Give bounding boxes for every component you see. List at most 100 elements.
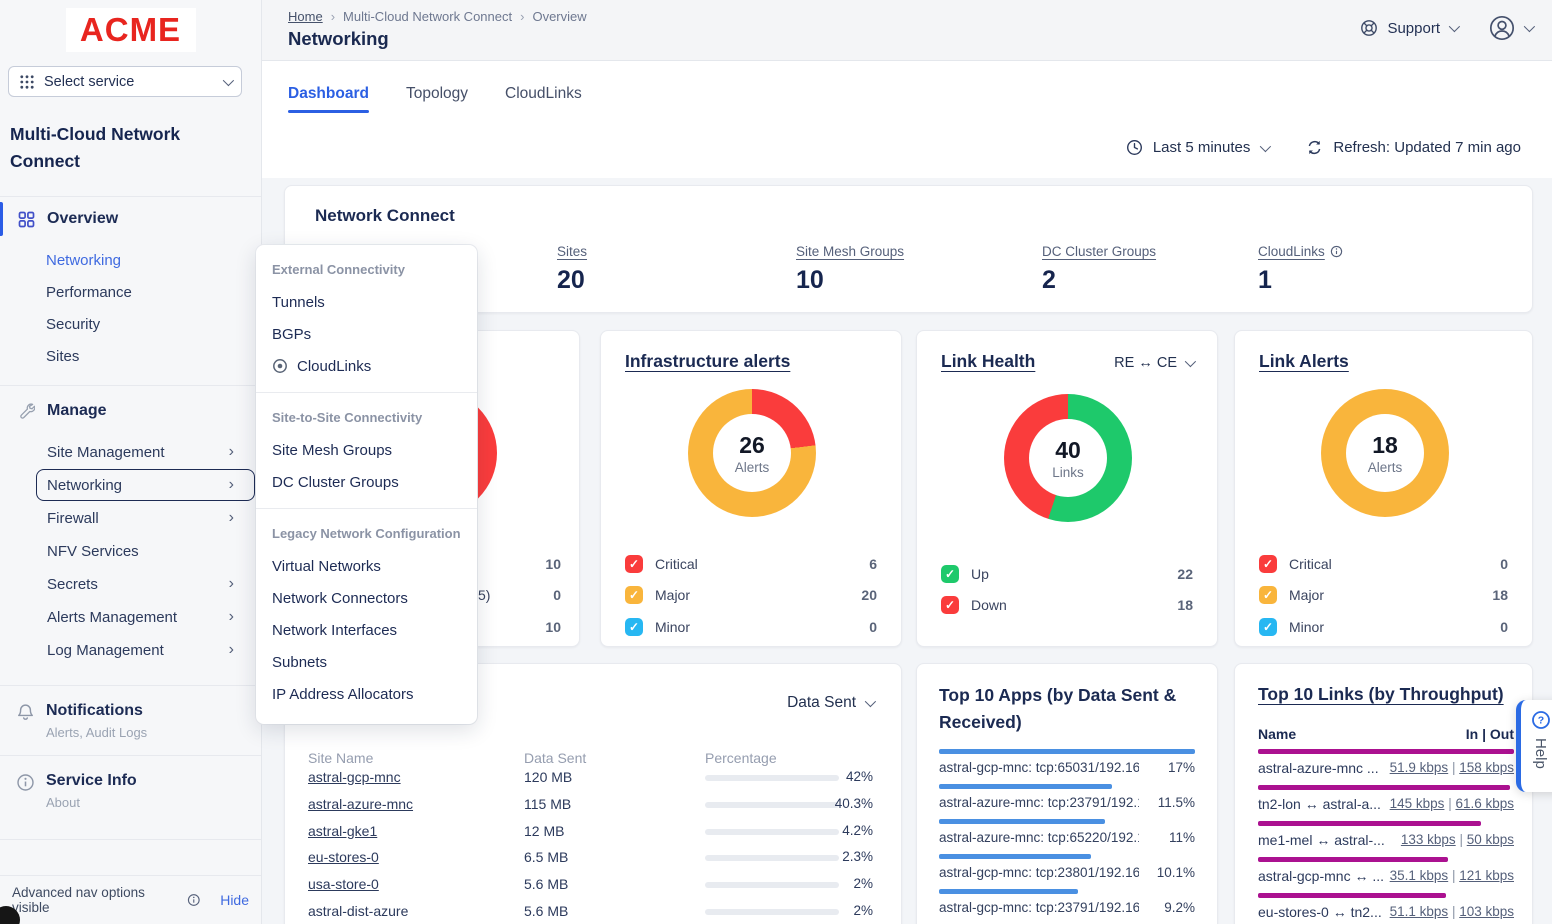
legend-checkbox[interactable]: ✓	[941, 565, 959, 583]
site-name-link[interactable]: usa-store-0	[308, 876, 379, 892]
clock-icon	[1126, 139, 1143, 156]
flyout-menu-item[interactable]: BGPs	[256, 318, 477, 350]
flyout-menu-item[interactable]: Virtual Networks	[256, 550, 477, 582]
flyout-menu-item[interactable]: DC Cluster Groups	[256, 466, 477, 498]
site-name-link[interactable]: astral-gcp-mnc	[308, 769, 401, 785]
top-apps-title: Top 10 Apps (by Data Sent & Received)	[939, 682, 1197, 736]
sidebar-manage-item[interactable]: Site Management ›	[36, 436, 255, 468]
breadcrumb-item[interactable]: Multi-Cloud Network Connect	[343, 9, 512, 24]
link-out-value[interactable]: 121 kbps	[1459, 868, 1514, 883]
app-name: astral-gcp-mnc: tcp:23801/192.16...	[939, 865, 1139, 880]
link-bar	[1258, 893, 1446, 898]
chevron-down-icon	[223, 74, 234, 85]
sidebar-overview-item[interactable]: Networking	[0, 244, 261, 276]
tab[interactable]: CloudLinks	[505, 85, 582, 113]
site-name-link[interactable]: astral-gke1	[308, 823, 377, 839]
top-links-title[interactable]: Top 10 Links (by Throughput)	[1258, 684, 1504, 705]
time-range-selector[interactable]: Last 5 minutes	[1153, 139, 1251, 156]
site-data-sent: 5.6 MB	[524, 903, 568, 919]
bell-icon	[16, 703, 35, 722]
site-name-link[interactable]: astral-dist-azure	[308, 903, 408, 919]
page-title: Networking	[288, 28, 389, 50]
legend-row: ✓ Major 18	[1259, 580, 1508, 612]
sidebar-manage-item[interactable]: Alerts Management ›	[36, 601, 255, 633]
link-in-value[interactable]: 145 kbps	[1390, 796, 1445, 811]
site-name-link[interactable]: eu-stores-0	[308, 849, 379, 865]
stat-label-link[interactable]: Site Mesh Groups	[796, 244, 904, 259]
link-throughput: 51.9 kbps | 158 kbps	[1390, 760, 1514, 776]
legend-checkbox[interactable]: ✓	[941, 596, 959, 614]
stat-label-link[interactable]: Sites	[557, 244, 587, 259]
legend-checkbox[interactable]: ✓	[1259, 618, 1277, 636]
infrastructure-alerts-donut[interactable]: 26 Alerts	[688, 389, 816, 517]
legend-checkbox[interactable]: ✓	[1259, 586, 1277, 604]
stat-label: Sites	[557, 244, 587, 259]
sidebar-overview-item[interactable]: Security	[0, 308, 261, 340]
tab[interactable]: Dashboard	[288, 85, 369, 113]
sidebar-item-label: Sites	[46, 348, 79, 365]
link-throughput: 51.1 kbps | 103 kbps	[1390, 904, 1514, 920]
sidebar-section-manage[interactable]: Manage	[0, 390, 261, 432]
link-out-value[interactable]: 103 kbps	[1459, 904, 1514, 919]
flyout-menu-item[interactable]: Network Interfaces	[256, 614, 477, 646]
tab[interactable]: Topology	[406, 85, 468, 113]
sites-metric-filter[interactable]: Data Sent	[787, 694, 873, 712]
donut-center-value: 40	[1055, 437, 1081, 464]
flyout-menu-item[interactable]: Tunnels	[256, 286, 477, 318]
link-health-filter[interactable]: RE ↔ CE	[1114, 355, 1193, 371]
stat-label-link[interactable]: DC Cluster Groups	[1042, 244, 1156, 259]
breadcrumb-separator: ›	[520, 9, 524, 24]
legend-checkbox[interactable]: ✓	[625, 586, 643, 604]
infrastructure-alerts-title[interactable]: Infrastructure alerts	[625, 351, 790, 372]
service-selector[interactable]: Select service	[8, 66, 242, 97]
sidebar-manage-item[interactable]: Log Management ›	[36, 634, 255, 666]
sidebar-notifications[interactable]: Notifications Alerts, Audit Logs	[0, 686, 261, 755]
sidebar-manage-item[interactable]: NFV Services	[36, 535, 255, 567]
refresh-icon[interactable]	[1306, 139, 1323, 156]
link-out-value[interactable]: 50 kbps	[1467, 832, 1514, 847]
link-health-title[interactable]: Link Health	[941, 351, 1035, 372]
flyout-menu-item[interactable]: CloudLinks	[256, 350, 477, 382]
sidebar-section-overview[interactable]: Overview	[0, 197, 261, 241]
link-in-value[interactable]: 51.1 kbps	[1390, 904, 1449, 919]
legend-value: 0	[553, 587, 561, 603]
help-tab[interactable]: ? Help	[1516, 700, 1552, 792]
flyout-menu-item[interactable]: IP Address Allocators	[256, 678, 477, 710]
legend-checkbox[interactable]: ✓	[625, 555, 643, 573]
link-name: astral-gcp-mnc ↔ ...	[1258, 868, 1384, 884]
site-name-link[interactable]: astral-azure-mnc	[308, 796, 413, 812]
link-alerts-title[interactable]: Link Alerts	[1259, 351, 1349, 372]
legend-value: 22	[1177, 566, 1193, 582]
link-out-value[interactable]: 158 kbps	[1459, 760, 1514, 775]
sidebar-manage-item[interactable]: Secrets ›	[36, 568, 255, 600]
breadcrumb-item[interactable]: Overview	[532, 9, 586, 24]
link-health-donut[interactable]: 40 Links	[1004, 394, 1132, 522]
flyout-menu-item[interactable]: Site Mesh Groups	[256, 434, 477, 466]
link-in-value[interactable]: 35.1 kbps	[1390, 868, 1449, 883]
chevron-down-icon[interactable]	[1449, 21, 1460, 32]
flyout-menu-item[interactable]: Network Connectors	[256, 582, 477, 614]
site-percentage: 2%	[823, 876, 873, 891]
stat-label-link[interactable]: CloudLinks	[1258, 244, 1343, 259]
acme-logo[interactable]: ACME	[66, 8, 196, 52]
flyout-menu-item[interactable]: Subnets	[256, 646, 477, 678]
breadcrumb-item[interactable]: Home	[288, 9, 323, 24]
sidebar-overview-item[interactable]: Performance	[0, 276, 261, 308]
sidebar-service-info[interactable]: Service Info About	[0, 756, 261, 825]
hide-nav-button[interactable]: Hide	[220, 892, 249, 908]
sidebar-overview-item[interactable]: Sites	[0, 340, 261, 372]
sidebar-manage-item[interactable]: Networking ›	[36, 469, 255, 501]
support-button[interactable]: Support	[1387, 20, 1440, 37]
refresh-status[interactable]: Refresh: Updated 7 min ago	[1333, 139, 1521, 156]
link-in-value[interactable]: 51.9 kbps	[1390, 760, 1449, 775]
legend-checkbox[interactable]: ✓	[625, 618, 643, 636]
account-avatar-icon[interactable]	[1489, 15, 1515, 41]
info-circle-icon	[187, 893, 201, 907]
link-out-value[interactable]: 61.6 kbps	[1455, 796, 1514, 811]
link-alerts-donut[interactable]: 18 Alerts	[1321, 389, 1449, 517]
chevron-down-icon[interactable]	[1260, 140, 1271, 151]
sidebar-manage-item[interactable]: Firewall ›	[36, 502, 255, 534]
legend-checkbox[interactable]: ✓	[1259, 555, 1277, 573]
link-in-value[interactable]: 133 kbps	[1401, 832, 1456, 847]
chevron-down-icon[interactable]	[1524, 21, 1535, 32]
